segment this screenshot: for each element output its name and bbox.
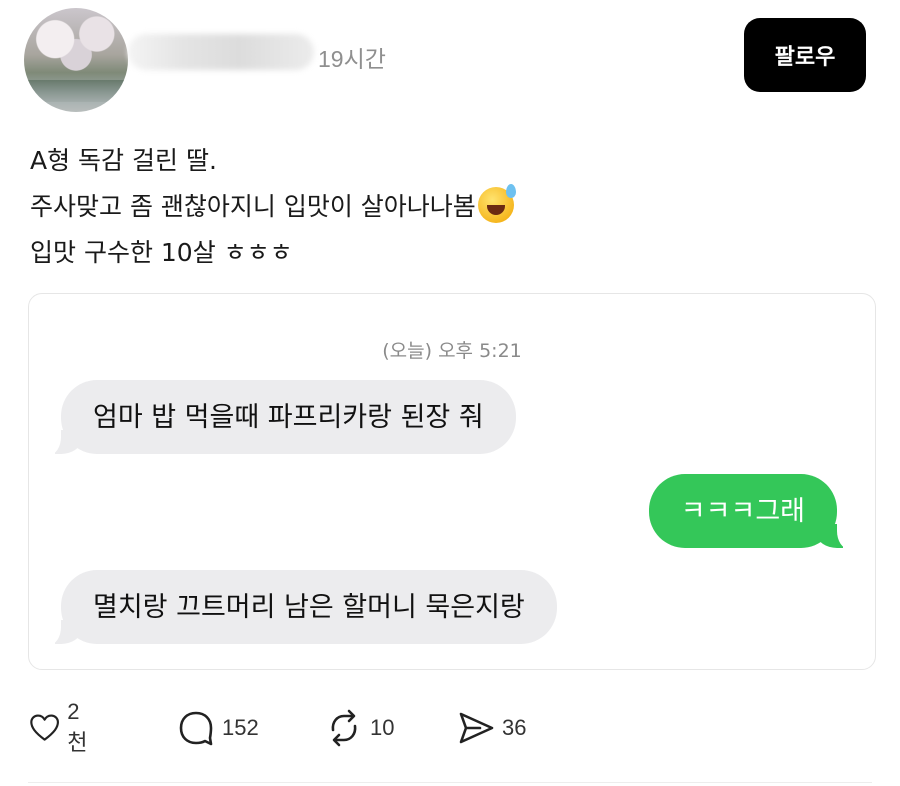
received-message-bubble: 멸치랑 끄트머리 남은 할머니 묵은지랑: [49, 570, 557, 645]
avatar[interactable]: [24, 8, 128, 112]
chat-timestamp: (오늘) 오후 5:21: [382, 340, 522, 362]
repost-count: 10: [370, 715, 395, 740]
post-body: A형 독감 걸린 딸. 주사맞고 좀 괜찮아지니 입맛이 살아나나봄 입맛 구수…: [30, 138, 516, 276]
post-line: 주사맞고 좀 괜찮아지니 입맛이 살아나나봄: [30, 184, 516, 230]
sweat-smile-emoji-icon: [477, 184, 516, 223]
post-line: A형 독감 걸린 딸.: [30, 146, 217, 175]
follow-button[interactable]: 팔로우: [744, 18, 866, 92]
comment-icon: [179, 711, 213, 746]
like-button[interactable]: 2천: [28, 699, 94, 755]
send-icon: [459, 712, 494, 744]
reply-button[interactable]: 152: [176, 706, 259, 750]
blurred-username[interactable]: [128, 34, 314, 70]
share-count: 36: [502, 715, 527, 740]
chat-screenshot-card[interactable]: (오늘) 오후 5:21 엄마 밥 먹을때 파프리카랑 된장 줘 ㅋㅋㅋ그래 멸…: [28, 293, 876, 670]
repost-icon: [331, 709, 357, 747]
reply-count: 152: [222, 715, 259, 740]
received-message-bubble: 엄마 밥 먹을때 파프리카랑 된장 줘: [49, 380, 516, 455]
like-count: 2천: [67, 699, 88, 755]
post-time: 19시간: [318, 46, 386, 72]
sent-message-bubble: ㅋㅋㅋ그래: [648, 474, 850, 549]
heart-icon: [30, 714, 59, 741]
divider: [28, 782, 872, 783]
share-button[interactable]: 36: [456, 706, 526, 750]
repost-button[interactable]: 10: [324, 706, 394, 750]
post-line: 입맛 구수한 10살 ㅎㅎㅎ: [30, 238, 293, 267]
